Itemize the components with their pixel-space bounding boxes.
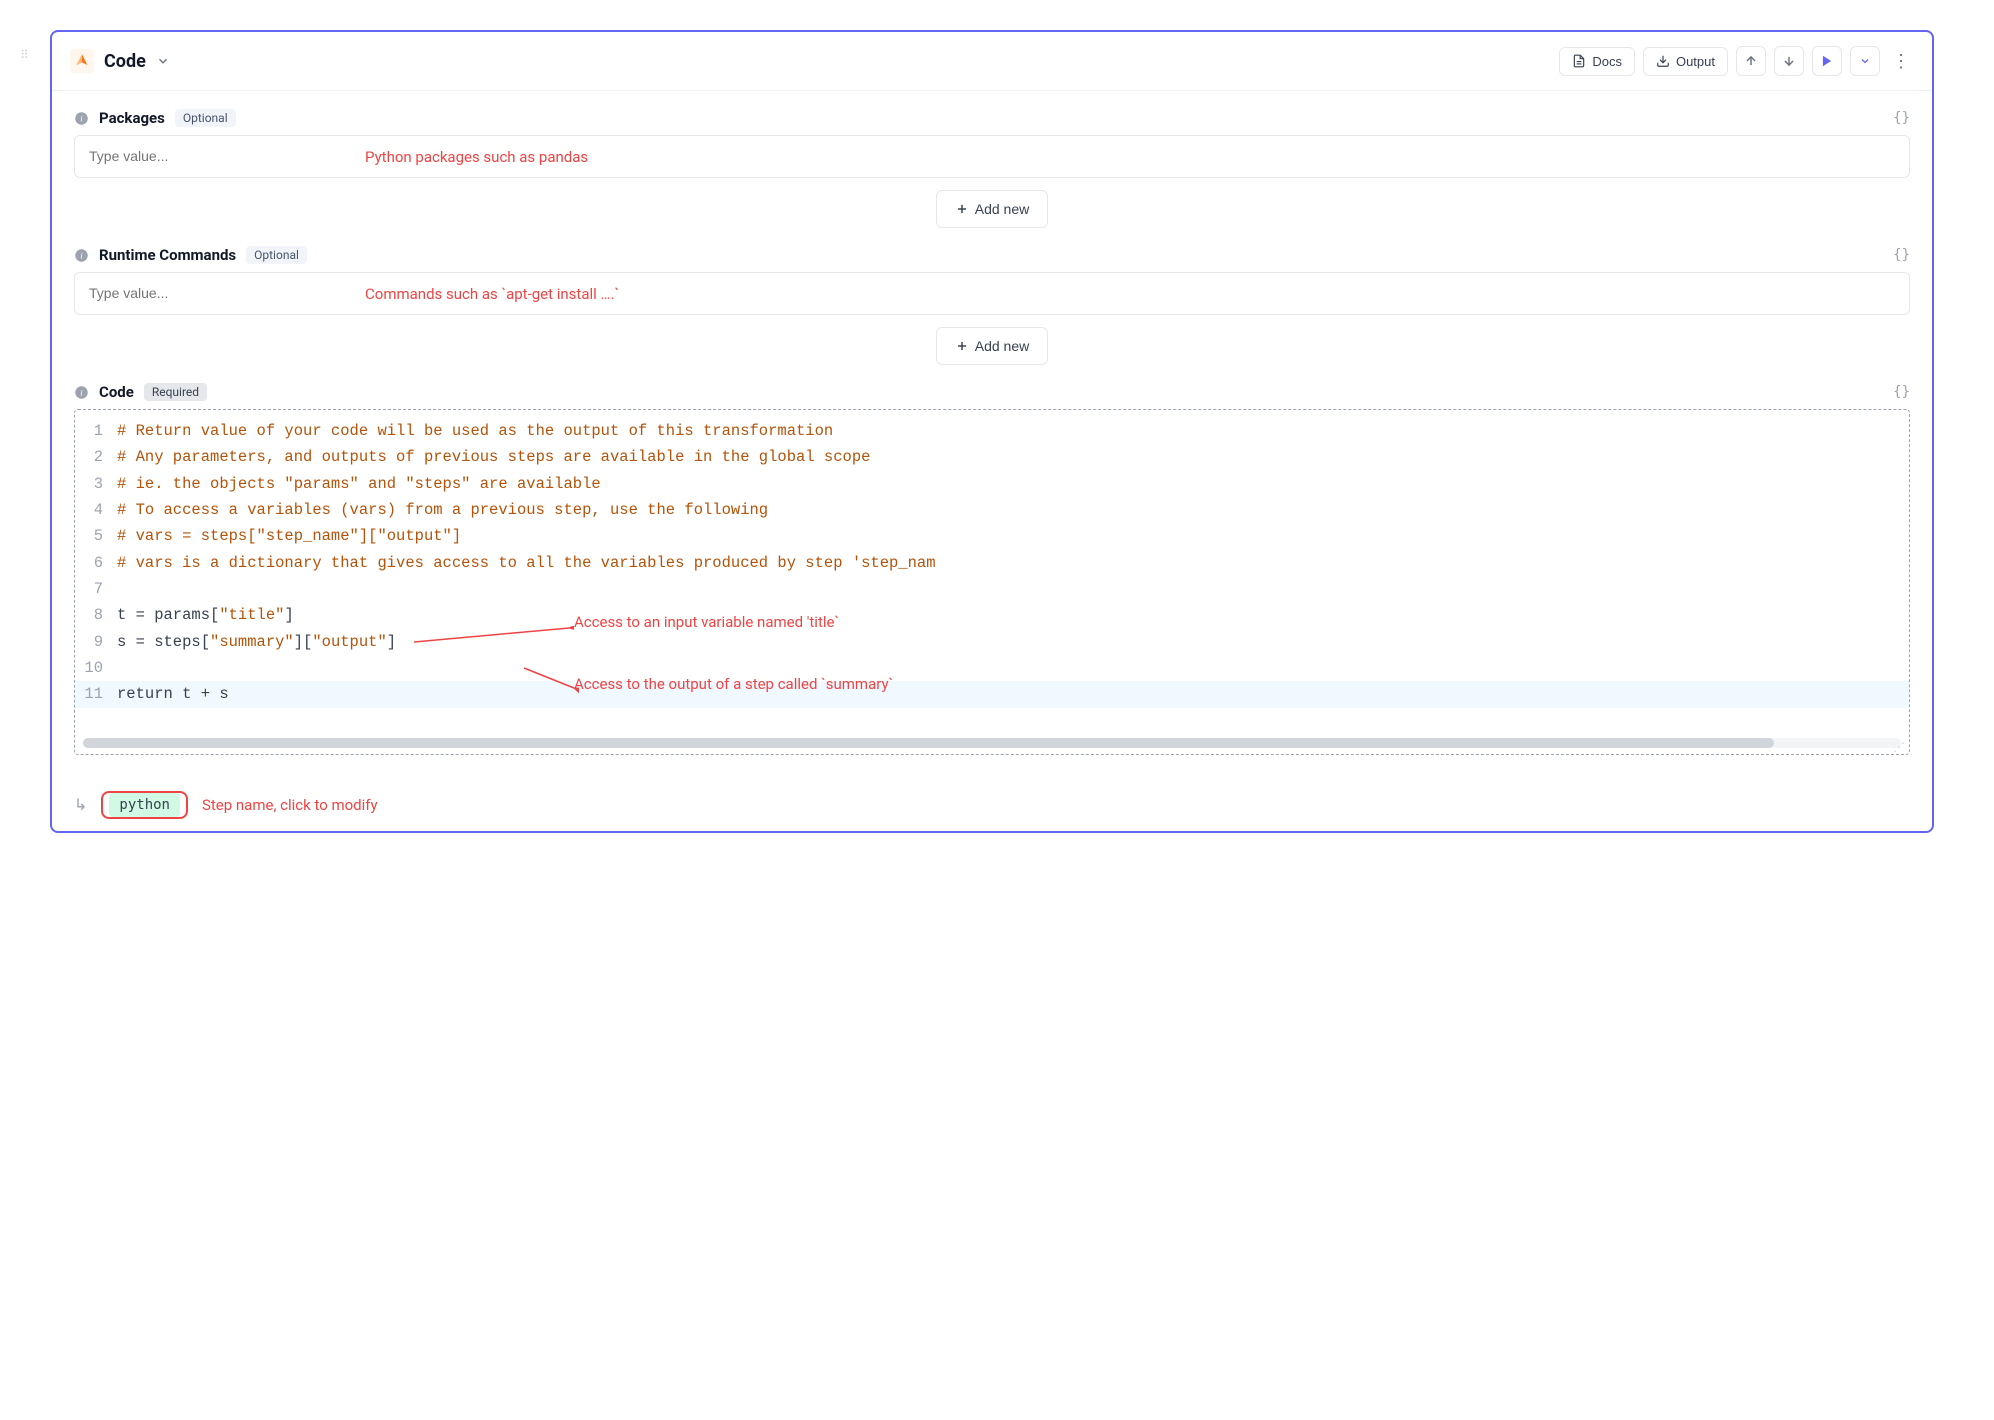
- runtime-section: i Runtime Commands Optional {} Commands …: [74, 246, 1910, 365]
- step-name-callout: python: [101, 791, 188, 819]
- code-line[interactable]: 2# Any parameters, and outputs of previo…: [75, 444, 1909, 470]
- braces-icon[interactable]: {}: [1893, 247, 1910, 263]
- line-number: 2: [75, 444, 117, 470]
- braces-icon[interactable]: {}: [1893, 384, 1910, 400]
- move-down-button[interactable]: [1774, 46, 1804, 76]
- code-line[interactable]: 9s = steps["summary"]["output"]: [75, 629, 1909, 655]
- line-number: 10: [75, 655, 117, 681]
- line-number: 7: [75, 576, 117, 602]
- card-header: Code Docs Output: [52, 32, 1932, 91]
- braces-icon[interactable]: {}: [1893, 110, 1910, 126]
- required-badge: Required: [144, 383, 207, 401]
- packages-section: i Packages Optional {} Python packages s…: [74, 109, 1910, 228]
- code-section: i Code Required {} 1# Return value of yo…: [74, 383, 1910, 755]
- info-icon: i: [74, 111, 89, 126]
- code-line[interactable]: 11return t + s: [75, 681, 1909, 707]
- packages-input-row: Python packages such as pandas: [74, 135, 1910, 178]
- logo-icon: [70, 49, 94, 73]
- line-number: 1: [75, 418, 117, 444]
- add-package-label: Add new: [975, 201, 1029, 217]
- resize-grip-icon[interactable]: ⋰: [1893, 744, 1905, 750]
- line-number: 6: [75, 550, 117, 576]
- code-line[interactable]: 4# To access a variables (vars) from a p…: [75, 497, 1909, 523]
- code-step-card: Code Docs Output: [50, 30, 1934, 833]
- runtime-input-row: Commands such as `apt-get install ….`: [74, 272, 1910, 315]
- chevron-down-icon[interactable]: [156, 54, 170, 68]
- annotation-footer: Step name, click to modify: [202, 796, 378, 814]
- return-arrow-icon: ↳: [74, 795, 87, 814]
- line-number: 9: [75, 629, 117, 655]
- packages-title: Packages: [99, 109, 165, 127]
- card-title: Code: [104, 51, 146, 72]
- code-line[interactable]: 8t = params["title"]: [75, 602, 1909, 628]
- header-left: Code: [70, 49, 170, 73]
- info-icon: i: [74, 385, 89, 400]
- docs-label: Docs: [1592, 54, 1622, 69]
- code-line[interactable]: 5# vars = steps["step_name"]["output"]: [75, 523, 1909, 549]
- card-footer: ↳ python Step name, click to modify: [52, 785, 1932, 831]
- line-number: 4: [75, 497, 117, 523]
- line-number: 8: [75, 602, 117, 628]
- code-content[interactable]: 1# Return value of your code will be use…: [75, 410, 1909, 738]
- code-line[interactable]: 10: [75, 655, 1909, 681]
- drag-handle[interactable]: ⠿: [20, 48, 27, 62]
- output-label: Output: [1676, 54, 1715, 69]
- code-line[interactable]: 1# Return value of your code will be use…: [75, 418, 1909, 444]
- run-dropdown-button[interactable]: [1850, 46, 1880, 76]
- run-button[interactable]: [1812, 46, 1842, 76]
- packages-input[interactable]: [89, 148, 1895, 164]
- line-number: 11: [75, 681, 117, 707]
- move-up-button[interactable]: [1736, 46, 1766, 76]
- runtime-input[interactable]: [89, 285, 1895, 301]
- code-line[interactable]: 7: [75, 576, 1909, 602]
- step-name-badge[interactable]: python: [109, 793, 180, 817]
- code-title: Code: [99, 383, 134, 401]
- horizontal-scrollbar[interactable]: [83, 738, 1901, 748]
- info-icon: i: [74, 248, 89, 263]
- line-number: 5: [75, 523, 117, 549]
- card-body: i Packages Optional {} Python packages s…: [52, 91, 1932, 785]
- line-number: 3: [75, 471, 117, 497]
- header-actions: Docs Output ⋮: [1559, 46, 1914, 76]
- add-runtime-label: Add new: [975, 338, 1029, 354]
- more-menu-icon[interactable]: ⋮: [1888, 51, 1914, 72]
- optional-badge: Optional: [246, 246, 307, 264]
- code-line[interactable]: 3# ie. the objects "params" and "steps" …: [75, 471, 1909, 497]
- runtime-title: Runtime Commands: [99, 246, 236, 264]
- optional-badge: Optional: [175, 109, 236, 127]
- add-runtime-button[interactable]: Add new: [936, 327, 1048, 365]
- code-line[interactable]: 6# vars is a dictionary that gives acces…: [75, 550, 1909, 576]
- add-package-button[interactable]: Add new: [936, 190, 1048, 228]
- docs-button[interactable]: Docs: [1559, 47, 1635, 76]
- code-editor[interactable]: 1# Return value of your code will be use…: [74, 409, 1910, 755]
- output-button[interactable]: Output: [1643, 47, 1728, 76]
